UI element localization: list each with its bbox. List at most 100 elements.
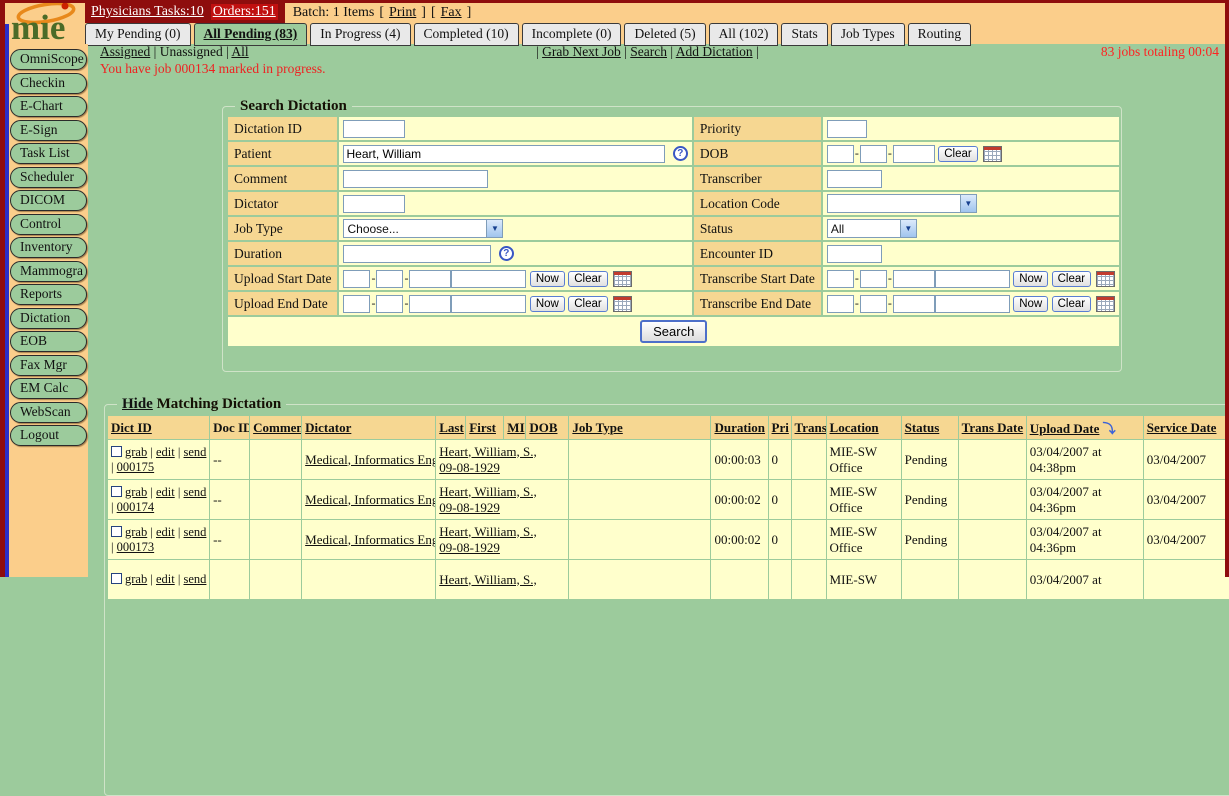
upload-end-year-input[interactable] (409, 295, 451, 313)
hide-results-link[interactable]: Hide (122, 396, 153, 412)
duration-help-icon[interactable]: ? (499, 246, 514, 261)
col-header-dict-id[interactable]: Dict ID (111, 420, 152, 435)
send-link[interactable]: send (184, 485, 207, 499)
row-checkbox[interactable] (111, 486, 122, 497)
job-type-select[interactable]: Choose... ▼ (343, 219, 503, 238)
col-header-last[interactable]: Last (439, 420, 464, 435)
dob-calendar-icon[interactable] (983, 146, 1002, 162)
print-link[interactable]: Print (389, 5, 416, 21)
dob-year-input[interactable] (893, 145, 935, 163)
transcribe-start-year-input[interactable] (893, 270, 935, 288)
sort-descending-icon[interactable]: ⤵ (1103, 421, 1116, 436)
transcribe-end-day-input[interactable] (860, 295, 887, 313)
edit-link[interactable]: edit (156, 525, 175, 539)
transcribe-end-calendar-icon[interactable] (1096, 296, 1115, 312)
patient-dob-link[interactable]: 09-08-1929 (439, 460, 500, 475)
tab-incomplete[interactable]: Incomplete (0) (522, 23, 622, 46)
sidebar-item-em-calc[interactable]: EM Calc (10, 378, 87, 399)
priority-input[interactable] (827, 120, 867, 138)
patient-name-link[interactable]: Heart, William, S., (439, 572, 536, 587)
upload-end-calendar-icon[interactable] (613, 296, 632, 312)
col-header-service-date[interactable]: Service Date (1147, 420, 1217, 435)
row-checkbox[interactable] (111, 573, 122, 584)
edit-link[interactable]: edit (156, 572, 175, 586)
sidebar-item-reports[interactable]: Reports (10, 284, 87, 305)
upload-start-year-input[interactable] (409, 270, 451, 288)
assigned-link[interactable]: Assigned (100, 44, 150, 59)
upload-start-now-button[interactable]: Now (530, 271, 565, 287)
upload-end-month-input[interactable] (343, 295, 370, 313)
transcribe-start-now-button[interactable]: Now (1013, 271, 1048, 287)
transcribe-start-calendar-icon[interactable] (1096, 271, 1115, 287)
dictation-id-input[interactable] (343, 120, 405, 138)
col-header-upload-date[interactable]: Upload Date (1030, 421, 1100, 436)
patient-dob-link[interactable]: 09-08-1929 (439, 500, 500, 515)
status-select[interactable]: All ▼ (827, 219, 917, 238)
add-dictation-link[interactable]: Add Dictation (676, 44, 753, 59)
send-link[interactable]: send (184, 572, 207, 586)
orders-link[interactable]: Orders:151 (211, 4, 278, 20)
sidebar-item-task-list[interactable]: Task List (10, 143, 87, 164)
tab-stats[interactable]: Stats (781, 23, 827, 46)
col-header-pri[interactable]: Pri (772, 420, 789, 435)
duration-input[interactable] (343, 245, 491, 263)
sidebar-item-checkin[interactable]: Checkin (10, 73, 87, 94)
dictator-link[interactable]: Medical, Informatics Eng. (305, 532, 436, 547)
row-checkbox[interactable] (111, 446, 122, 457)
comment-input[interactable] (343, 170, 488, 188)
col-header-dob[interactable]: DOB (529, 420, 557, 435)
patient-dob-link[interactable]: 09-08-1929 (439, 540, 500, 555)
upload-end-clear-button[interactable]: Clear (568, 296, 607, 312)
sidebar-item-dictation[interactable]: Dictation (10, 308, 87, 329)
col-header-status[interactable]: Status (905, 420, 940, 435)
sidebar-item-fax-mgr[interactable]: Fax Mgr (10, 355, 87, 376)
upload-start-day-input[interactable] (376, 270, 403, 288)
upload-end-now-button[interactable]: Now (530, 296, 565, 312)
dob-clear-button[interactable]: Clear (938, 146, 977, 162)
sidebar-item-logout[interactable]: Logout (10, 425, 87, 446)
dictator-input[interactable] (343, 195, 405, 213)
edit-link[interactable]: edit (156, 445, 175, 459)
transcribe-end-month-input[interactable] (827, 295, 854, 313)
patient-name-link[interactable]: Heart, William, S., (439, 524, 536, 539)
grab-link[interactable]: grab (125, 445, 147, 459)
col-header-comment[interactable]: Comment (253, 420, 302, 435)
upload-end-day-input[interactable] (376, 295, 403, 313)
dob-month-input[interactable] (827, 145, 854, 163)
dict-id-link[interactable]: 000175 (117, 460, 155, 474)
tab-job-types[interactable]: Job Types (831, 23, 905, 46)
sidebar-item-inventory[interactable]: Inventory (10, 237, 87, 258)
transcribe-start-day-input[interactable] (860, 270, 887, 288)
upload-start-month-input[interactable] (343, 270, 370, 288)
tab-in-progress[interactable]: In Progress (4) (310, 23, 410, 46)
transcribe-end-now-button[interactable]: Now (1013, 296, 1048, 312)
dict-id-link[interactable]: 000173 (117, 540, 155, 554)
transcribe-start-time-input[interactable] (935, 270, 1010, 288)
sidebar-item-webscan[interactable]: WebScan (10, 402, 87, 423)
search-button[interactable]: Search (640, 320, 707, 343)
patient-name-link[interactable]: Heart, William, S., (439, 444, 536, 459)
sidebar-item-echart[interactable]: E-Chart (10, 96, 87, 117)
tab-completed[interactable]: Completed (10) (414, 23, 519, 46)
upload-start-calendar-icon[interactable] (613, 271, 632, 287)
upload-start-time-input[interactable] (451, 270, 526, 288)
col-header-trans[interactable]: Trans (795, 420, 827, 435)
transcribe-start-clear-button[interactable]: Clear (1052, 271, 1091, 287)
tab-all-pending[interactable]: All Pending (83) (194, 23, 308, 46)
dictator-link[interactable]: Medical, Informatics Eng. (305, 452, 436, 467)
grab-link[interactable]: grab (125, 572, 147, 586)
sidebar-item-mammography[interactable]: Mammogra (10, 261, 87, 282)
encounter-id-input[interactable] (827, 245, 882, 263)
upload-end-time-input[interactable] (451, 295, 526, 313)
dict-id-link[interactable]: 000174 (117, 500, 155, 514)
col-header-duration[interactable]: Duration (714, 420, 765, 435)
row-checkbox[interactable] (111, 526, 122, 537)
col-header-dictator[interactable]: Dictator (305, 420, 351, 435)
physicians-tasks-link[interactable]: Physicians Tasks:10 (91, 4, 204, 20)
patient-input[interactable] (343, 145, 665, 163)
grab-link[interactable]: grab (125, 525, 147, 539)
col-header-trans-date[interactable]: Trans Date (962, 420, 1024, 435)
transcriber-input[interactable] (827, 170, 882, 188)
col-header-first[interactable]: First (469, 420, 496, 435)
grab-next-job-link[interactable]: Grab Next Job (542, 44, 621, 59)
